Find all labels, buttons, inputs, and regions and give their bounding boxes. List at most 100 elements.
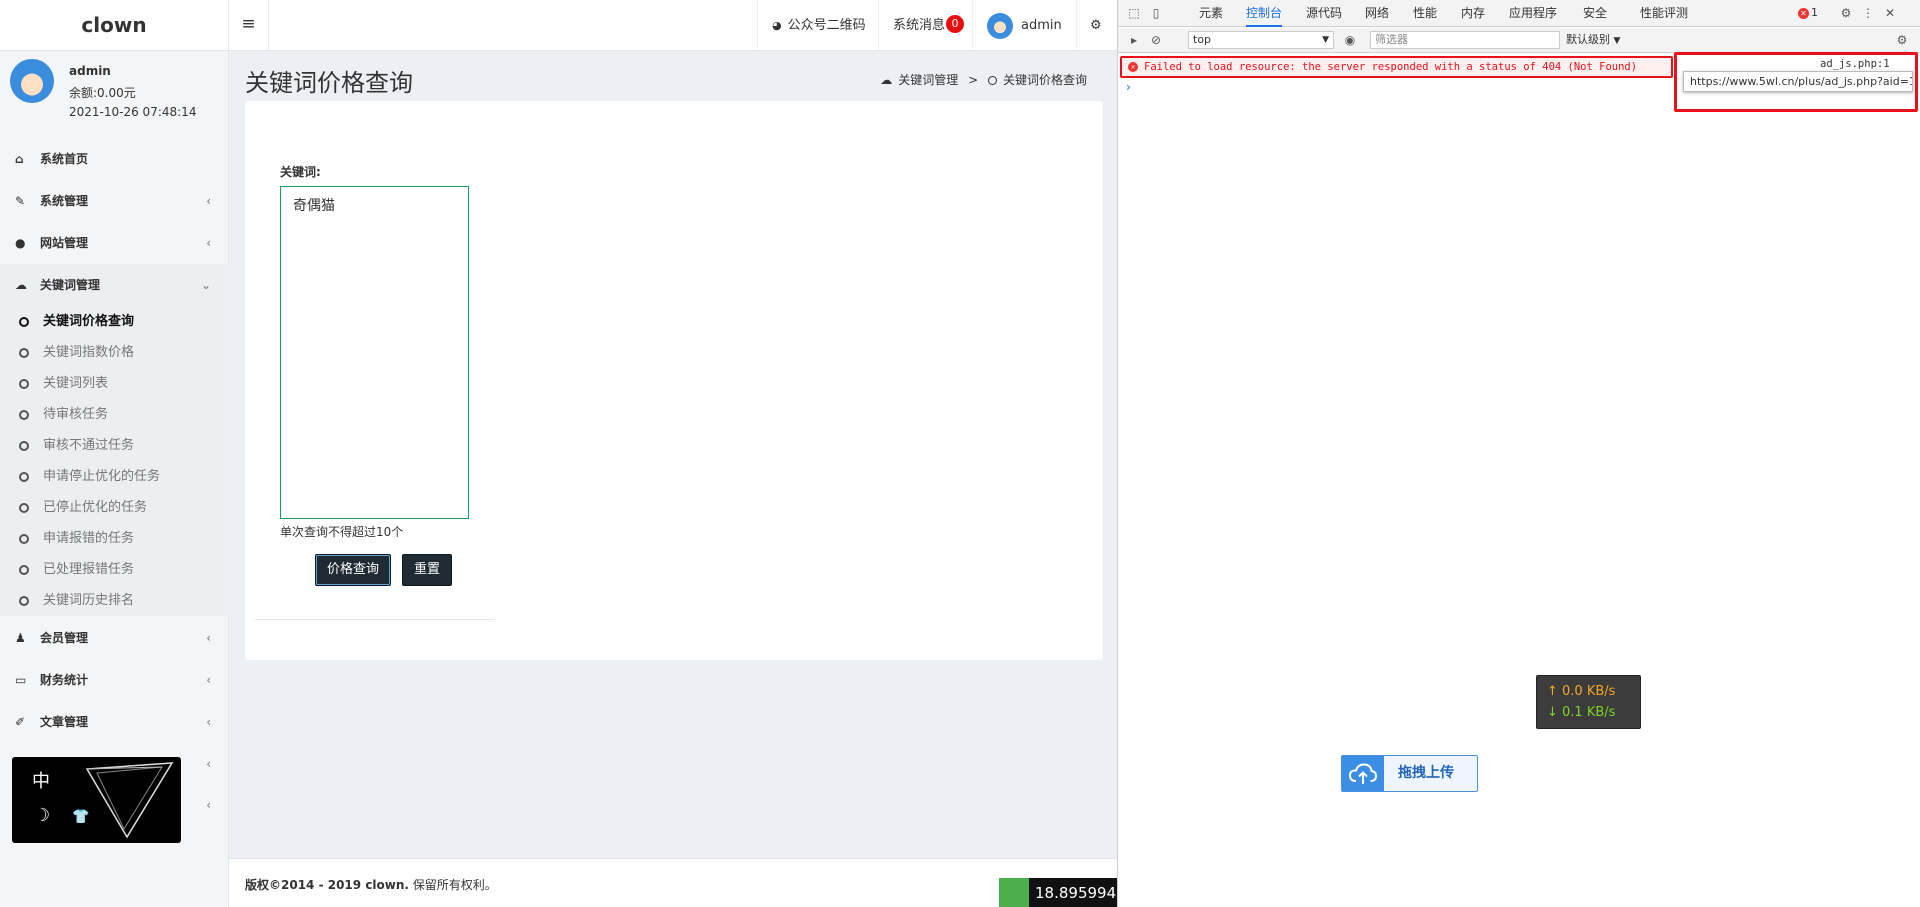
- chevron-left-icon: ‹: [206, 194, 211, 208]
- breadcrumb-current: 关键词价格查询: [1002, 73, 1087, 87]
- tab-security[interactable]: 安全: [1583, 0, 1607, 27]
- download-speed: ↓ 0.1 KB/s: [1547, 702, 1640, 723]
- sidebar-item-finance[interactable]: ▭ 财务统计 ‹: [0, 659, 229, 701]
- submenu-item-rejected[interactable]: 审核不通过任务: [0, 430, 229, 461]
- settings-icon[interactable]: ⚙: [1838, 5, 1854, 21]
- sidebar-item-website[interactable]: ● 网站管理 ‹: [0, 222, 229, 264]
- console-prompt[interactable]: ›: [1126, 80, 1131, 94]
- close-icon[interactable]: ✕: [1882, 5, 1898, 21]
- level-value: 默认级别: [1566, 33, 1610, 46]
- sidebar-item-label: 会员管理: [40, 631, 89, 645]
- sidebar-item-label: 关键词管理: [40, 278, 101, 292]
- sidebar-item-label: 系统首页: [40, 152, 89, 166]
- tab-application[interactable]: 应用程序: [1509, 0, 1557, 27]
- card-icon: ▭: [15, 673, 27, 687]
- device-toggle-icon[interactable]: ▯: [1148, 5, 1164, 21]
- tab-lighthouse[interactable]: 性能评测: [1640, 0, 1688, 27]
- sidebar-item-label: 文章管理: [40, 715, 89, 729]
- sidebar-item-articles[interactable]: ✐ 文章管理 ‹: [0, 701, 229, 743]
- console-toolbar: ▸ ⊘ top ▼ ◉ 筛选器 默认级别 ▼ ⚙: [1118, 28, 1920, 53]
- submenu-item-pending-review[interactable]: 待审核任务: [0, 399, 229, 430]
- tab-performance[interactable]: 性能: [1413, 0, 1437, 27]
- price-query-button[interactable]: 价格查询: [315, 554, 392, 586]
- error-message-row[interactable]: ✕ Failed to load resource: the server res…: [1120, 56, 1673, 78]
- upload-speed-value: 0.0 KB/s: [1562, 684, 1616, 699]
- submenu-label: 关键词指数价格: [43, 345, 135, 360]
- submenu-label: 关键词历史排名: [43, 593, 135, 608]
- submenu-item-rank-history[interactable]: 关键词历史排名: [0, 585, 229, 616]
- error-count: 1: [1811, 6, 1818, 19]
- cloud-icon: ☁: [15, 278, 27, 292]
- clear-console-icon[interactable]: ⊘: [1148, 32, 1164, 48]
- messages-label: 系统消息: [893, 18, 946, 33]
- user-name: admin: [1021, 18, 1062, 33]
- user-menu[interactable]: admin: [972, 0, 1076, 51]
- network-speed-widget[interactable]: ↑ 0.0 KB/s ↓ 0.1 KB/s: [1536, 675, 1641, 729]
- sidebar-item-keywords[interactable]: ☁ 关键词管理 ⌄: [0, 264, 229, 306]
- submenu-item-error-reported[interactable]: 申请报错的任务: [0, 523, 229, 554]
- more-icon[interactable]: ⋮: [1860, 5, 1876, 21]
- copyright-brand: clown.: [365, 878, 409, 892]
- page-load-timer[interactable]: 18.895994s: [999, 878, 1130, 907]
- cloud-icon: ☁: [880, 73, 893, 87]
- page-title: 关键词价格查询: [245, 69, 413, 97]
- download-speed-value: 0.1 KB/s: [1562, 705, 1616, 720]
- chevron-left-icon: ‹: [206, 236, 211, 250]
- settings-gears-icon[interactable]: ⚙: [1076, 0, 1117, 51]
- user-datetime: 2021-10-26 07:48:14: [69, 105, 197, 119]
- error-icon: ✕: [1128, 62, 1138, 72]
- chevron-down-icon: ⌄: [200, 278, 211, 292]
- messages-link[interactable]: 系统消息 0: [878, 0, 978, 51]
- dropdown-arrow-icon: ▼: [1613, 36, 1621, 46]
- theme-language-widget[interactable]: 中 ☽ 👕: [12, 757, 181, 843]
- drag-upload-button[interactable]: 拖拽上传: [1341, 755, 1478, 792]
- keyword-textarea[interactable]: 奇偶猫: [280, 186, 469, 519]
- submenu-label: 待审核任务: [43, 407, 109, 422]
- tab-elements[interactable]: 元素: [1199, 0, 1223, 27]
- devtools-tabbar: ⬚ ▯ 元素 控制台 源代码 网络 性能 内存 应用程序 安全 性能评测 ✕ 1 …: [1118, 0, 1920, 27]
- circle-outline-icon: [19, 503, 29, 513]
- sidebar-toggle-icon[interactable]: ▸: [1126, 32, 1142, 48]
- tab-sources[interactable]: 源代码: [1306, 0, 1342, 27]
- brand-logo[interactable]: clown: [0, 0, 229, 51]
- timer-value: 18.895994s: [1035, 884, 1124, 902]
- message-count-badge: 0: [946, 15, 965, 33]
- user-avatar: [10, 59, 54, 103]
- price-query-form: 关键词: 奇偶猫 单次查询不得超过10个 价格查询 重置: [255, 113, 495, 620]
- wechat-icon: ◕: [772, 19, 782, 32]
- sidebar-item-home[interactable]: ⌂ 系统首页: [0, 138, 229, 180]
- users-icon: ♟: [15, 631, 26, 645]
- sidebar-item-label: 系统管理: [40, 194, 89, 208]
- submenu-item-price-query[interactable]: 关键词价格查询: [0, 306, 229, 337]
- qrcode-label: 公众号二维码: [787, 18, 866, 33]
- log-level-select[interactable]: 默认级别 ▼: [1562, 31, 1652, 49]
- arrow-up-icon: ↑: [1547, 684, 1563, 699]
- tab-memory[interactable]: 内存: [1461, 0, 1485, 27]
- circle-outline-icon: [19, 348, 29, 358]
- inspect-icon[interactable]: ⬚: [1126, 5, 1142, 21]
- sidebar-item-system[interactable]: ✎ 系统管理 ‹: [0, 180, 229, 222]
- chevron-left-icon: ‹: [206, 631, 211, 645]
- submenu-item-keyword-list[interactable]: 关键词列表: [0, 368, 229, 399]
- reset-button[interactable]: 重置: [402, 554, 453, 586]
- submenu-item-stopped[interactable]: 已停止优化的任务: [0, 492, 229, 523]
- qrcode-link[interactable]: ◕ 公众号二维码: [757, 0, 880, 51]
- submenu-item-stop-requested[interactable]: 申请停止优化的任务: [0, 461, 229, 492]
- chevron-left-icon: ‹: [206, 715, 211, 729]
- tab-network[interactable]: 网络: [1365, 0, 1389, 27]
- breadcrumb-parent[interactable]: 关键词管理: [898, 73, 958, 87]
- eye-icon[interactable]: ◉: [1342, 32, 1358, 48]
- error-icon: ✕: [1798, 8, 1809, 19]
- console-settings-icon[interactable]: ⚙: [1894, 32, 1910, 48]
- chevron-left-icon: ‹: [206, 757, 211, 771]
- copyright: 版权©2014 - 2019 clown. 保留所有权利。: [245, 876, 497, 893]
- sidebar-item-members[interactable]: ♟ 会员管理 ‹: [0, 617, 229, 659]
- sidebar-toggle-icon[interactable]: ≡: [229, 0, 269, 51]
- submenu-item-error-handled[interactable]: 已处理报错任务: [0, 554, 229, 585]
- context-select[interactable]: top ▼: [1188, 31, 1334, 49]
- submenu-item-index-price[interactable]: 关键词指数价格: [0, 337, 229, 368]
- drag-upload-label: 拖拽上传: [1398, 765, 1454, 781]
- filter-input[interactable]: 筛选器: [1370, 31, 1560, 49]
- tab-console[interactable]: 控制台: [1246, 0, 1283, 27]
- error-count-badge[interactable]: ✕ 1: [1798, 6, 1818, 19]
